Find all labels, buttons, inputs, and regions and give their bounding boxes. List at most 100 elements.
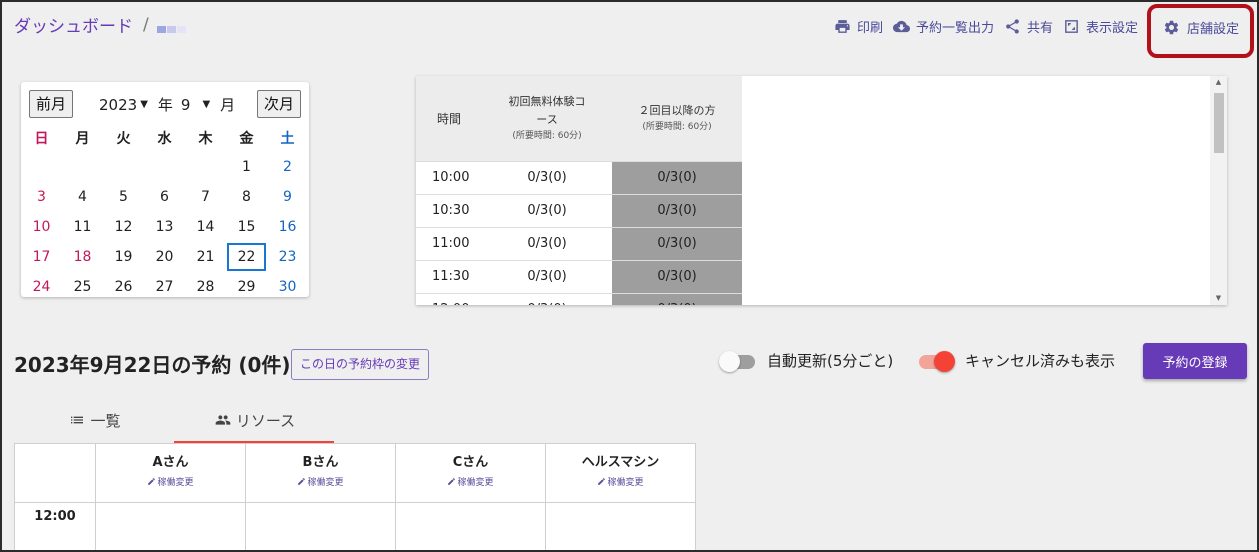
store-settings-button[interactable]: 店舗設定 [1163,18,1239,37]
slot-repeat[interactable]: 0/3(0) [612,161,742,195]
slot-repeat[interactable]: 0/3(0) [612,260,742,294]
calendar-day[interactable]: 4 [62,182,103,212]
edit-availability-link[interactable]: 稼働変更 [147,475,194,488]
tab-resource[interactable]: リソース [174,397,334,443]
people-icon [215,415,231,425]
calendar-empty-cell [185,152,226,182]
calendar-empty-cell [103,152,144,182]
toolbar: 印刷 予約一覧出力 共有 表示設定 [834,17,1148,36]
calendar-day[interactable]: 17 [21,242,62,272]
resource-time-slot[interactable] [245,502,396,552]
calendar-day[interactable]: 21 [185,242,226,272]
calendar-day[interactable]: 12 [103,212,144,242]
auto-refresh-label: 自動更新(5分ごと) [767,352,894,370]
tab-list[interactable]: 一覧 [14,397,174,443]
calendar-day[interactable]: 22 [226,242,267,272]
calendar-day[interactable]: 8 [226,182,267,212]
slot-trial[interactable]: 0/3(0) [482,194,612,228]
share-label: 共有 [1027,21,1054,36]
calendar-day[interactable]: 13 [144,212,185,242]
share-button[interactable]: 共有 [1004,17,1053,36]
edit-availability-link[interactable]: 稼働変更 [597,475,644,488]
breadcrumb-dashboard-link[interactable]: ダッシュボード [14,12,133,37]
calendar-day[interactable]: 28 [185,272,226,302]
export-button[interactable]: 予約一覧出力 [893,17,994,36]
year-select[interactable]: 2023 ▼ [99,96,148,114]
calendar-day[interactable]: 25 [62,272,103,302]
year-month-selector: 2023 ▼ 年 9 ▼ 月 [99,94,235,115]
slot-trial[interactable]: 0/3(0) [482,227,612,261]
resource-time-slot[interactable] [395,502,546,552]
year-suffix: 年 [157,96,173,114]
change-day-slots-button[interactable]: この日の予約枠の変更 [291,349,430,380]
calendar-week-row: 10 11 12 13 14 15 16 [21,212,309,242]
calendar-day[interactable]: 7 [185,182,226,212]
calendar-day[interactable]: 9 [267,182,308,212]
resource-time-slot[interactable] [545,502,696,552]
print-button[interactable]: 印刷 [834,17,883,36]
chevron-down-icon: ▼ [140,99,148,110]
display-settings-label: 表示設定 [1086,21,1139,36]
register-reservation-button[interactable]: 予約の登録 [1143,343,1247,379]
vertical-scrollbar[interactable]: ▲ ▼ [1210,76,1227,305]
next-month-button[interactable]: 次月 [256,90,301,118]
calendar-day[interactable]: 29 [226,272,267,302]
gear-icon [1164,20,1179,35]
scroll-down-arrow-icon[interactable]: ▼ [1210,294,1227,302]
auto-refresh-toggle[interactable]: 自動更新(5分ごと) [719,350,894,372]
calendar-day[interactable]: 1 [226,152,267,182]
calendar-week-row: 17 18 19 20 21 22 23 [21,242,309,272]
weekday-label: 金 [239,131,254,147]
slot-repeat[interactable]: 0/3(0) [612,194,742,228]
calendar-day[interactable]: 27 [144,272,185,302]
edit-availability-label: 稼働変更 [157,478,194,488]
resource-time-label: 12:00 [14,502,96,552]
slot-repeat[interactable]: 0/3(0) [612,227,742,261]
prev-month-button[interactable]: 前月 [29,90,74,118]
calendar-day[interactable]: 14 [185,212,226,242]
slot-trial[interactable]: 0/3(0) [482,260,612,294]
slot-row: 10:00 0/3(0) 0/3(0) [416,161,742,195]
scroll-up-arrow-icon[interactable]: ▲ [1210,78,1227,86]
calendar-day[interactable]: 10 [21,212,62,242]
slot-trial[interactable]: 0/3(0) [482,293,612,305]
weekday-label: 月 [75,131,90,147]
slot-time: 12:00 [416,293,482,305]
calendar-day[interactable]: 26 [103,272,144,302]
pencil-icon [148,478,156,485]
resource-time-slot[interactable] [95,502,246,552]
month-select[interactable]: 9 ▼ [181,96,210,114]
show-cancelled-toggle[interactable]: キャンセル済みも表示 [917,350,1115,372]
edit-availability-link[interactable]: 稼働変更 [447,475,494,488]
calendar-day[interactable]: 2 [267,152,308,182]
slot-repeat[interactable]: 0/3(0) [612,293,742,305]
edit-availability-link[interactable]: 稼働変更 [297,475,344,488]
calendar-day[interactable]: 30 [267,272,308,302]
weekday-label: 木 [198,131,213,147]
course-name: 初回無料体験コ ース [508,95,586,127]
calendar-day[interactable]: 23 [267,242,308,272]
resource-table: Aさん 稼働変更 Bさん 稼働変更 Cさん 稼働変更 ヘルスマシン 稼働変更 12:00 [14,443,696,552]
calendar-day[interactable]: 5 [103,182,144,212]
display-settings-button[interactable]: 表示設定 [1063,17,1138,36]
calendar-day[interactable]: 18 [62,242,103,272]
resource-name: Bさん [302,455,339,470]
calendar-day[interactable]: 3 [21,182,62,212]
calendar-day[interactable]: 24 [21,272,62,302]
fullscreen-icon [1065,20,1078,33]
breadcrumb: ダッシュボード / [14,12,187,37]
resource-name: Aさん [152,455,189,470]
calendar-day[interactable]: 15 [226,212,267,242]
scrollbar-thumb[interactable] [1214,93,1224,153]
export-label: 予約一覧出力 [916,21,995,36]
calendar-day[interactable]: 19 [103,242,144,272]
slot-trial[interactable]: 0/3(0) [482,161,612,195]
list-icon [71,416,84,424]
calendar-day[interactable]: 20 [144,242,185,272]
auto-refresh-switch[interactable] [719,350,755,372]
calendar-day[interactable]: 11 [62,212,103,242]
calendar-day[interactable]: 16 [267,212,308,242]
calendar-day[interactable]: 6 [144,182,185,212]
show-cancelled-switch[interactable] [917,350,955,372]
resource-name: ヘルスマシン [581,455,660,470]
